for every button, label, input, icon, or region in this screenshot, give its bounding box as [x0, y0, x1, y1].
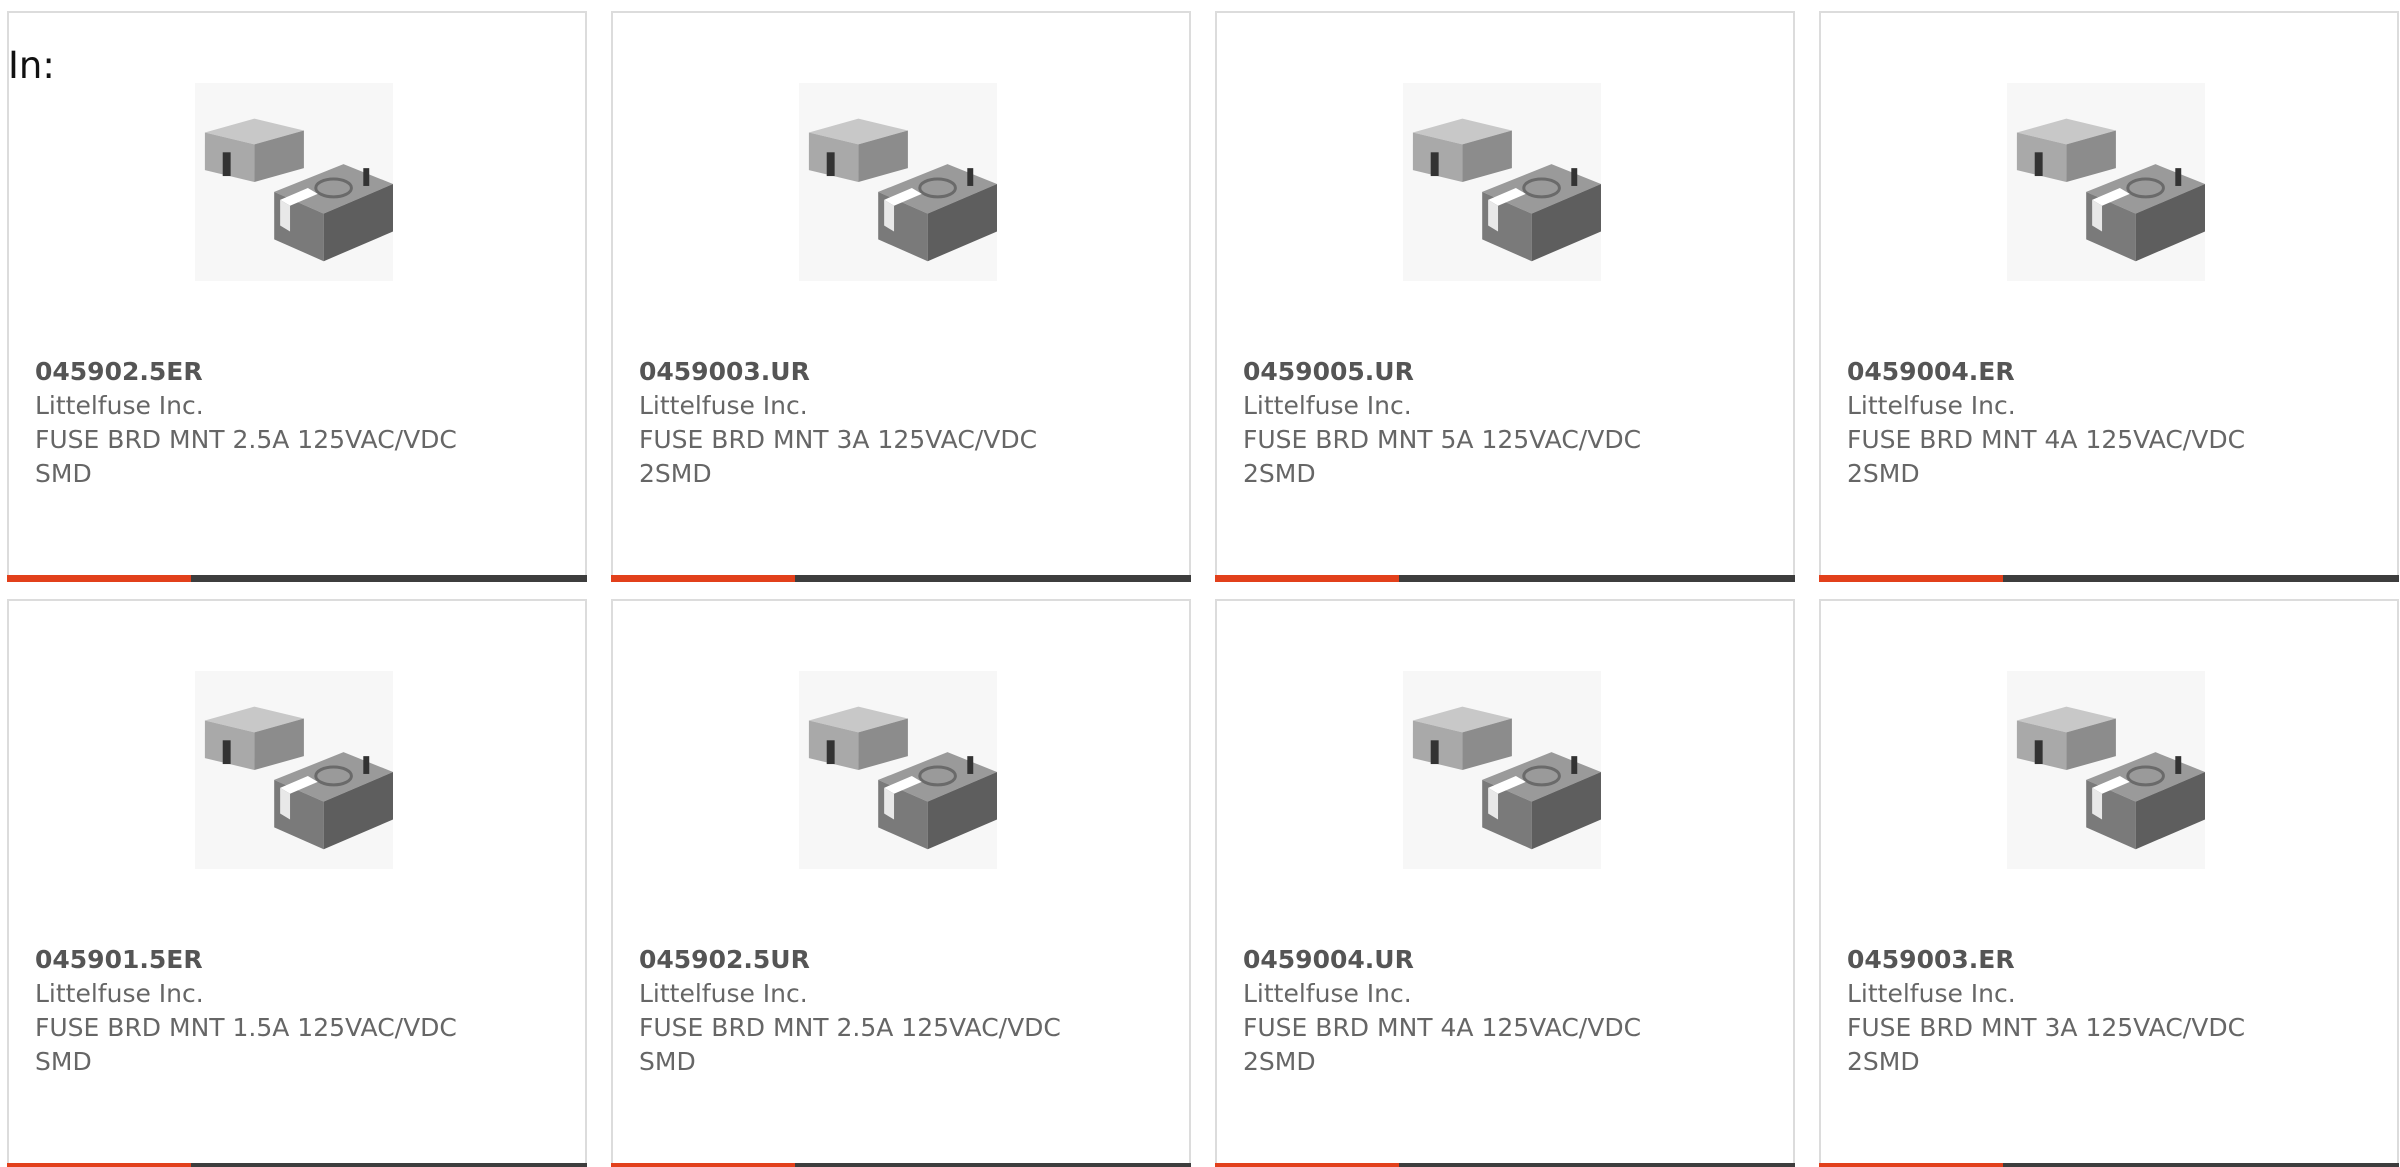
product-description: FUSE BRD MNT 5A 125VAC/VDC 2SMD: [1243, 425, 1642, 488]
manufacturer-name: Littelfuse Inc.: [1243, 391, 1412, 420]
manufacturer-name: Littelfuse Inc.: [35, 391, 204, 420]
product-info: 0459003.UR Littelfuse Inc. FUSE BRD MNT …: [639, 355, 1079, 491]
product-info: 045901.5ER Littelfuse Inc. FUSE BRD MNT …: [35, 943, 475, 1079]
product-card[interactable]: 045901.5ER Littelfuse Inc. FUSE BRD MNT …: [7, 599, 587, 1167]
card-bottom-bar: [611, 575, 1191, 582]
card-bottom-bar: [7, 575, 587, 582]
product-info: 0459003.ER Littelfuse Inc. FUSE BRD MNT …: [1847, 943, 2287, 1079]
card-accent-bar: [1215, 575, 1399, 582]
card-bottom-bar: [1819, 1163, 2399, 1167]
manufacturer-name: Littelfuse Inc.: [639, 391, 808, 420]
manufacturer-name: Littelfuse Inc.: [639, 979, 808, 1008]
manufacturer-name: Littelfuse Inc.: [35, 979, 204, 1008]
part-number[interactable]: 0459005.UR: [1243, 355, 1683, 389]
smd-fuse-image: [195, 83, 393, 281]
smd-fuse-image: [2007, 83, 2205, 281]
product-card[interactable]: 045902.5ER Littelfuse Inc. FUSE BRD MNT …: [7, 11, 587, 582]
card-accent-bar: [1819, 1163, 2003, 1167]
product-card[interactable]: 045902.5UR Littelfuse Inc. FUSE BRD MNT …: [611, 599, 1191, 1167]
product-info: 045902.5ER Littelfuse Inc. FUSE BRD MNT …: [35, 355, 475, 491]
card-bottom-bar: [7, 1163, 587, 1167]
product-description: FUSE BRD MNT 3A 125VAC/VDC 2SMD: [1847, 1013, 2246, 1076]
card-accent-bar: [7, 575, 191, 582]
smd-fuse-image: [1403, 671, 1601, 869]
product-grid: 045902.5ER Littelfuse Inc. FUSE BRD MNT …: [7, 11, 2399, 1167]
smd-fuse-image: [2007, 671, 2205, 869]
card-accent-bar: [611, 575, 795, 582]
part-number[interactable]: 0459004.ER: [1847, 355, 2287, 389]
filter-label: In:: [8, 44, 55, 87]
manufacturer-name: Littelfuse Inc.: [1847, 391, 2016, 420]
product-description: FUSE BRD MNT 1.5A 125VAC/VDC SMD: [35, 1013, 457, 1076]
card-accent-bar: [1215, 1163, 1399, 1167]
card-bottom-bar: [1215, 1163, 1795, 1167]
part-number[interactable]: 0459003.ER: [1847, 943, 2287, 977]
part-number[interactable]: 045902.5UR: [639, 943, 1079, 977]
card-accent-bar: [7, 1163, 191, 1167]
card-accent-bar: [611, 1163, 795, 1167]
smd-fuse-image: [1403, 83, 1601, 281]
card-bottom-bar: [611, 1163, 1191, 1167]
product-description: FUSE BRD MNT 4A 125VAC/VDC 2SMD: [1243, 1013, 1642, 1076]
part-number[interactable]: 0459004.UR: [1243, 943, 1683, 977]
product-info: 0459005.UR Littelfuse Inc. FUSE BRD MNT …: [1243, 355, 1683, 491]
manufacturer-name: Littelfuse Inc.: [1847, 979, 2016, 1008]
product-card[interactable]: 0459004.ER Littelfuse Inc. FUSE BRD MNT …: [1819, 11, 2399, 582]
card-accent-bar: [1819, 575, 2003, 582]
product-description: FUSE BRD MNT 2.5A 125VAC/VDC SMD: [639, 1013, 1061, 1076]
product-description: FUSE BRD MNT 2.5A 125VAC/VDC SMD: [35, 425, 457, 488]
card-bottom-bar: [1819, 575, 2399, 582]
card-bottom-bar: [1215, 575, 1795, 582]
product-info: 0459004.ER Littelfuse Inc. FUSE BRD MNT …: [1847, 355, 2287, 491]
product-info: 0459004.UR Littelfuse Inc. FUSE BRD MNT …: [1243, 943, 1683, 1079]
product-info: 045902.5UR Littelfuse Inc. FUSE BRD MNT …: [639, 943, 1079, 1079]
product-description: FUSE BRD MNT 3A 125VAC/VDC 2SMD: [639, 425, 1038, 488]
product-card[interactable]: 0459003.UR Littelfuse Inc. FUSE BRD MNT …: [611, 11, 1191, 582]
manufacturer-name: Littelfuse Inc.: [1243, 979, 1412, 1008]
smd-fuse-image: [799, 83, 997, 281]
part-number[interactable]: 045901.5ER: [35, 943, 475, 977]
part-number[interactable]: 0459003.UR: [639, 355, 1079, 389]
product-description: FUSE BRD MNT 4A 125VAC/VDC 2SMD: [1847, 425, 2246, 488]
product-card[interactable]: 0459004.UR Littelfuse Inc. FUSE BRD MNT …: [1215, 599, 1795, 1167]
smd-fuse-image: [195, 671, 393, 869]
product-grid-page: In: 045902.5ER Littelfuse Inc. FUSE BRD …: [0, 0, 2400, 1167]
product-card[interactable]: 0459003.ER Littelfuse Inc. FUSE BRD MNT …: [1819, 599, 2399, 1167]
smd-fuse-image: [799, 671, 997, 869]
part-number[interactable]: 045902.5ER: [35, 355, 475, 389]
product-card[interactable]: 0459005.UR Littelfuse Inc. FUSE BRD MNT …: [1215, 11, 1795, 582]
